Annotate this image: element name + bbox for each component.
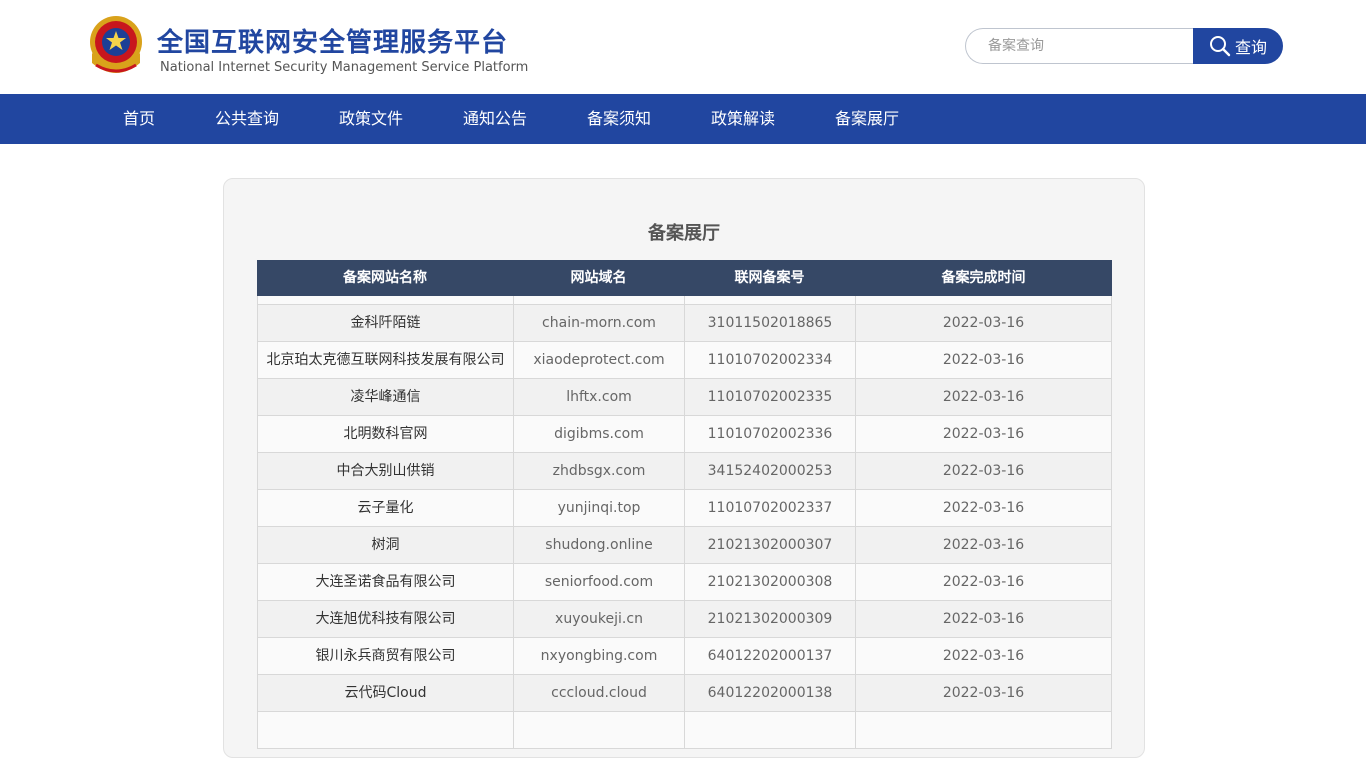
table-row[interactable]: 北明数科官网 digibms.com 11010702002336 2022-03-1… [257, 416, 1112, 453]
domain-cell: shudong.online [513, 527, 684, 564]
site-name-cell: 银川永兵商贸有限公司 [257, 638, 513, 675]
table-row[interactable]: 金科阡陌链 chain-morn.com 31011502018865 2022-03… [257, 305, 1112, 342]
domain-cell: cccloud.cloud [513, 675, 684, 712]
table-row[interactable]: 北京珀太克德互联网科技发展有限公司 xiaodeprotect.com 110107… [257, 342, 1112, 379]
showcase-card: 备案展厅 备案网站名称 网站域名 联网备案号 备案完成时间 金科阡陌链 chain… [223, 178, 1145, 758]
record-number-cell: 11010702002334 [684, 342, 855, 379]
completion-date-cell: 2022-03-16 [855, 305, 1112, 342]
site-subtitle: National Internet Security Management Se… [160, 60, 529, 75]
site-name-cell [257, 712, 513, 749]
main-nav: 首页 公共查询 政策文件 通知公告 备案须知 政策解读 备案展厅 [0, 94, 1366, 144]
domain-cell [513, 712, 684, 749]
completion-date-cell: 2022-03-16 [855, 416, 1112, 453]
record-number-cell: 34152402000253 [684, 453, 855, 490]
nav-item-home[interactable]: 首页 [123, 94, 155, 144]
completion-date-cell [855, 296, 1112, 305]
completion-date-cell: 2022-03-16 [855, 675, 1112, 712]
record-number-cell: 64012202000137 [684, 638, 855, 675]
completion-date-cell: 2022-03-16 [855, 453, 1112, 490]
page-title: 备案展厅 [648, 223, 720, 244]
domain-cell: xiaodeprotect.com [513, 342, 684, 379]
record-number-cell: 21021302000309 [684, 601, 855, 638]
domain-cell [513, 296, 684, 305]
record-number-cell: 21021302000308 [684, 564, 855, 601]
domain-cell: zhdbsgx.com [513, 453, 684, 490]
site-name-cell: 北京珀太克德互联网科技发展有限公司 [257, 342, 513, 379]
column-header-site-name: 备案网站名称 [343, 270, 427, 286]
record-number-cell [684, 296, 855, 305]
site-name-cell: 大连圣诺食品有限公司 [257, 564, 513, 601]
site-name-cell: 金科阡陌链 [257, 305, 513, 342]
table-row[interactable]: 中合大别山供销 zhdbsgx.com 34152402000253 2022-03-… [257, 453, 1112, 490]
completion-date-cell: 2022-03-16 [855, 490, 1112, 527]
nav-item-policy-interpretation[interactable]: 政策解读 [711, 94, 775, 144]
nav-item-notices[interactable]: 通知公告 [463, 94, 527, 144]
record-number-cell: 64012202000138 [684, 675, 855, 712]
record-number-cell: 31011502018865 [684, 305, 855, 342]
table-row[interactable]: 树洞 shudong.online 21021302000307 2022-03-16 [257, 527, 1112, 564]
record-number-cell: 21021302000307 [684, 527, 855, 564]
nav-item-public-query[interactable]: 公共查询 [215, 94, 279, 144]
domain-cell: lhftx.com [513, 379, 684, 416]
completion-date-cell: 2022-03-16 [855, 342, 1112, 379]
site-name-cell: 云子量化 [257, 490, 513, 527]
table-row[interactable]: 凌华峰通信 lhftx.com 11010702002335 2022-03-16 [257, 379, 1112, 416]
site-name-cell: 北明数科官网 [257, 416, 513, 453]
site-title: 全国互联网安全管理服务平台 [157, 28, 509, 58]
search-box: 查询 [965, 28, 1283, 64]
record-number-cell: 11010702002336 [684, 416, 855, 453]
site-name-cell: 树洞 [257, 527, 513, 564]
table-row[interactable]: 云代码Cloud cccloud.cloud 64012202000138 2022-… [257, 675, 1112, 712]
domain-cell: xuyoukeji.cn [513, 601, 684, 638]
table-row[interactable]: 大连圣诺食品有限公司 seniorfood.com 21021302000308 20… [257, 564, 1112, 601]
domain-cell: digibms.com [513, 416, 684, 453]
search-button[interactable]: 查询 [1193, 28, 1283, 64]
completion-date-cell [855, 712, 1112, 749]
table-row[interactable]: 云子量化 yunjinqi.top 11010702002337 2022-03-16 [257, 490, 1112, 527]
record-number-cell [684, 712, 855, 749]
site-name-cell: 中合大别山供销 [257, 453, 513, 490]
table-row[interactable]: 银川永兵商贸有限公司 nxyongbing.com 64012202000137 20… [257, 638, 1112, 675]
completion-date-cell: 2022-03-16 [855, 527, 1112, 564]
table-row[interactable] [257, 296, 1112, 305]
completion-date-cell: 2022-03-16 [855, 379, 1112, 416]
column-header-completion-date: 备案完成时间 [941, 270, 1026, 286]
table-rows: 金科阡陌链 chain-morn.com 31011502018865 2022-03… [257, 296, 1112, 749]
site-header: 全国互联网安全管理服务平台 National Internet Security… [0, 0, 1366, 94]
record-number-cell: 11010702002335 [684, 379, 855, 416]
domain-cell: nxyongbing.com [513, 638, 684, 675]
site-name-cell: 云代码Cloud [257, 675, 513, 712]
domain-cell: yunjinqi.top [513, 490, 684, 527]
table-header: 备案网站名称 网站域名 联网备案号 备案完成时间 [257, 260, 1112, 296]
nav-item-filing-guide[interactable]: 备案须知 [587, 94, 651, 144]
police-emblem-icon[interactable] [86, 13, 146, 77]
search-icon [1209, 36, 1231, 57]
table-body[interactable]: 金科阡陌链 chain-morn.com 31011502018865 2022-03… [257, 296, 1112, 757]
nav-item-filing-showcase[interactable]: 备案展厅 [835, 94, 899, 144]
record-number-cell: 11010702002337 [684, 490, 855, 527]
search-button-label: 查询 [1234, 38, 1267, 57]
site-name-cell: 大连旭优科技有限公司 [257, 601, 513, 638]
column-header-record-number: 联网备案号 [734, 270, 805, 286]
domain-cell: chain-morn.com [513, 305, 684, 342]
column-header-domain: 网站域名 [570, 270, 627, 286]
completion-date-cell: 2022-03-16 [855, 638, 1112, 675]
site-name-cell: 凌华峰通信 [257, 379, 513, 416]
table-row[interactable] [257, 712, 1112, 749]
domain-cell: seniorfood.com [513, 564, 684, 601]
nav-item-policy-documents[interactable]: 政策文件 [339, 94, 403, 144]
site-name-cell [257, 296, 513, 305]
search-input[interactable] [965, 28, 1201, 64]
completion-date-cell: 2022-03-16 [855, 601, 1112, 638]
table-row[interactable]: 大连旭优科技有限公司 xuyoukeji.cn 21021302000309 2022… [257, 601, 1112, 638]
completion-date-cell: 2022-03-16 [855, 564, 1112, 601]
